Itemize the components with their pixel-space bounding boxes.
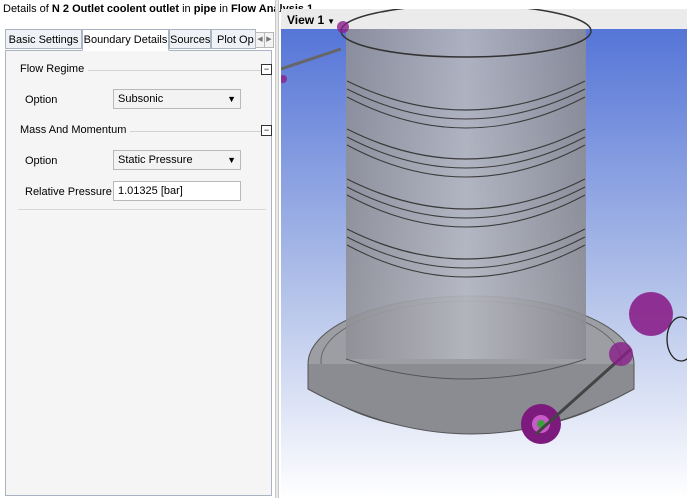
mass-momentum-option-select[interactable]: Static Pressure ▼ [113, 150, 241, 170]
chevron-down-icon: ▼ [227, 94, 236, 104]
3d-viewport[interactable]: View 1 ▼ [281, 9, 687, 498]
flow-regime-group: Flow Regime − [16, 63, 272, 75]
tab-boundary-details[interactable]: Boundary Details [82, 29, 169, 51]
tab-plot-options[interactable]: Plot Op [211, 29, 256, 49]
relative-pressure-label: Relative Pressure [25, 186, 112, 198]
relative-pressure-input[interactable]: 1.01325 [bar] [113, 181, 241, 201]
title-in-1: in [182, 3, 191, 15]
view-title-label: View 1 [287, 13, 325, 27]
outlet-marker [521, 404, 561, 444]
mass-momentum-option-label: Option [25, 155, 58, 167]
mass-momentum-group: Mass And Momentum − [16, 124, 272, 136]
relative-pressure-value: 1.01325 [bar] [118, 185, 183, 197]
details-title: Details of N 2 Outlet coolent outlet in … [3, 3, 313, 15]
title-in-2: in [219, 3, 228, 15]
flow-regime-label: Flow Regime [16, 63, 89, 75]
chevron-right-icon[interactable]: ▶ [264, 32, 274, 48]
minus-box-icon[interactable]: − [261, 125, 272, 136]
tab-sources[interactable]: Sources [169, 29, 211, 49]
title-prefix: Details of [3, 3, 49, 15]
chevron-down-icon: ▼ [227, 155, 236, 165]
geometry-render [281, 9, 687, 498]
details-tabs: Basic Settings Boundary Details Sources … [5, 29, 274, 51]
chevron-down-icon: ▼ [327, 17, 336, 26]
panel-splitter[interactable] [275, 0, 279, 498]
group-divider [18, 209, 266, 210]
flow-regime-option-select[interactable]: Subsonic ▼ [113, 89, 241, 109]
boundary-details-panel: Flow Regime − Option Subsonic ▼ Mass And… [5, 50, 272, 496]
flow-regime-option-value: Subsonic [118, 93, 164, 105]
title-object: N 2 Outlet coolent outlet [51, 3, 180, 15]
view-selector[interactable]: View 1 ▼ [287, 13, 335, 27]
flow-regime-option-label: Option [25, 94, 58, 106]
mass-momentum-label: Mass And Momentum [16, 124, 131, 136]
mass-momentum-option-value: Static Pressure [118, 154, 193, 166]
tab-basic-settings[interactable]: Basic Settings [5, 29, 82, 49]
title-domain: pipe [193, 3, 217, 15]
minus-box-icon[interactable]: − [261, 64, 272, 75]
